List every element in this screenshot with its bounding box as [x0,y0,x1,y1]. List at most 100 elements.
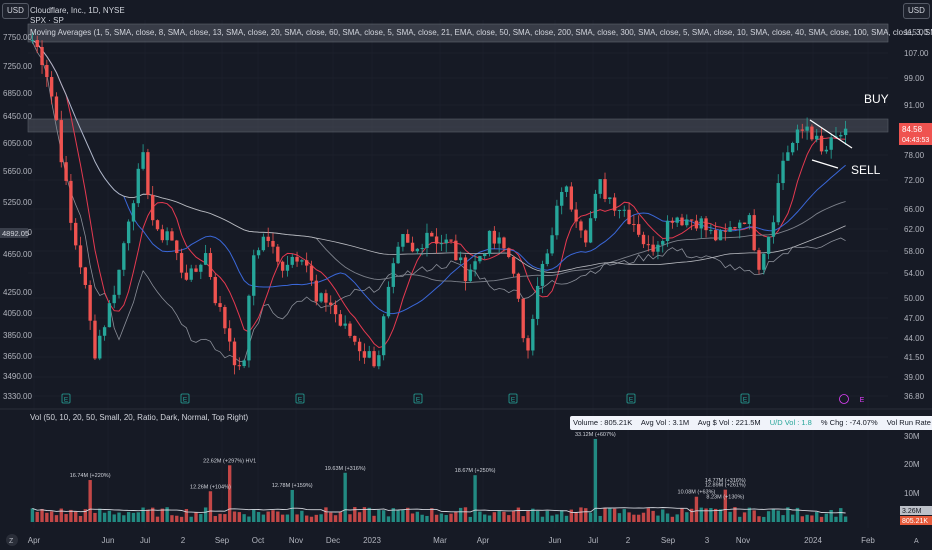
volume-bar [266,511,270,522]
candle-body [473,261,477,270]
volume-bar [122,515,126,522]
volume-bar [218,513,222,522]
left-currency-button[interactable]: USD [2,3,29,19]
volume-bar [834,516,838,522]
left-axis-tick: 5250.00 [3,198,32,207]
volume-bar [545,510,549,522]
volume-bar [665,513,670,522]
candle-body [107,303,112,328]
volume-bar [709,508,713,522]
candle-body [314,280,318,302]
candle-body [704,218,708,231]
stat-ud-vol: U/D Vol : 1.8 [769,418,812,427]
volume-bar [54,515,59,522]
candle-body [728,227,732,232]
candle-body [377,355,381,367]
volume-bar [74,511,78,522]
candle-body [194,268,198,272]
candle-body [463,257,468,282]
volume-bar [511,510,516,522]
candle-body [483,253,487,257]
candle-body [588,218,593,243]
volume-bar [102,512,107,522]
candle-body [319,293,323,302]
volume-bar [396,510,400,522]
candle-body [762,253,766,270]
candle-body [617,209,622,211]
moving-averages-legend[interactable]: Moving Averages (1, 5, SMA, close, 8, SM… [30,28,932,37]
candle-body [516,273,521,299]
volume-bar [454,511,458,522]
earnings-upcoming-label: E [860,397,865,404]
right-axis-tick: 78.00 [904,151,925,160]
volume-bar [637,514,641,522]
volume-bar [829,510,833,522]
candle-body [64,162,68,181]
stat-run-rate: Vol Run Rate : -69.91% [886,418,932,427]
volume-bar [141,507,145,522]
volume-bar [256,512,261,522]
volume-bar [377,509,381,522]
time-axis-label: Feb [861,536,875,545]
volume-bar [598,515,602,522]
candle-body [348,323,352,336]
candle-body [526,338,530,351]
volume-bar [170,515,174,522]
volume-bar [64,514,68,522]
volume-bar [189,516,193,522]
time-axis-label: 3 [705,536,710,545]
time-axis-label: Nov [289,536,303,545]
volume-legend[interactable]: Vol (50, 10, 20, 50, Small, 20, Ratio, D… [30,413,249,422]
candle-body [329,302,333,305]
right-axis-tick: 99.00 [904,74,925,83]
volume-bar [810,515,814,522]
candle-body [511,257,516,274]
candle-body [531,318,535,351]
candle-body [280,261,285,271]
candle-body [824,149,829,152]
volume-bar [329,512,333,522]
candle-body [718,230,723,241]
right-currency-button[interactable]: USD [903,3,930,19]
volume-current-value: 805.21K [902,518,928,525]
compare-symbol: SPX · SP [30,16,64,25]
candle-body [362,351,367,358]
right-axis-tick: 66.00 [904,205,925,214]
volume-bar [771,509,776,522]
right-axis-tick: 39.00 [904,373,925,382]
volume-bar [242,514,246,522]
volume-bar [252,509,256,522]
candle-body [540,263,545,286]
volume-bar [45,512,49,522]
volume-bar [98,508,102,522]
candle-body [800,129,804,131]
time-axis-label: 2 [626,536,631,545]
candle-body [670,220,675,223]
volume-bar [608,508,612,522]
chart-canvas[interactable]: 16.74M (+220%) 12.26M (+104%) 22.62M (+297… [0,0,932,550]
volume-bar [622,509,626,522]
volume-bar [468,516,472,522]
volume-bar [348,514,352,522]
volume-bar [747,507,752,522]
candle-body [122,243,126,270]
volume-bar [381,510,386,522]
volume-bar [473,475,477,522]
candle-body [713,230,718,241]
candle-body [622,209,626,211]
volume-bar [112,514,116,522]
candle-body [742,222,747,225]
earnings-marker-label: E [298,397,303,404]
volume-bar [603,507,607,522]
volume-bar [276,511,280,522]
volume-bar [728,511,732,522]
right-axis-tick: 91.00 [904,101,925,110]
auto-scale-icon[interactable]: A [914,538,919,545]
candle-body [309,265,314,281]
candle-body [189,268,193,280]
candle-body [218,303,222,308]
candle-body [675,217,679,223]
volume-bar [497,510,501,522]
left-axis-tick: 4650.00 [3,250,32,259]
left-axis-tick: 4050.00 [3,309,32,318]
